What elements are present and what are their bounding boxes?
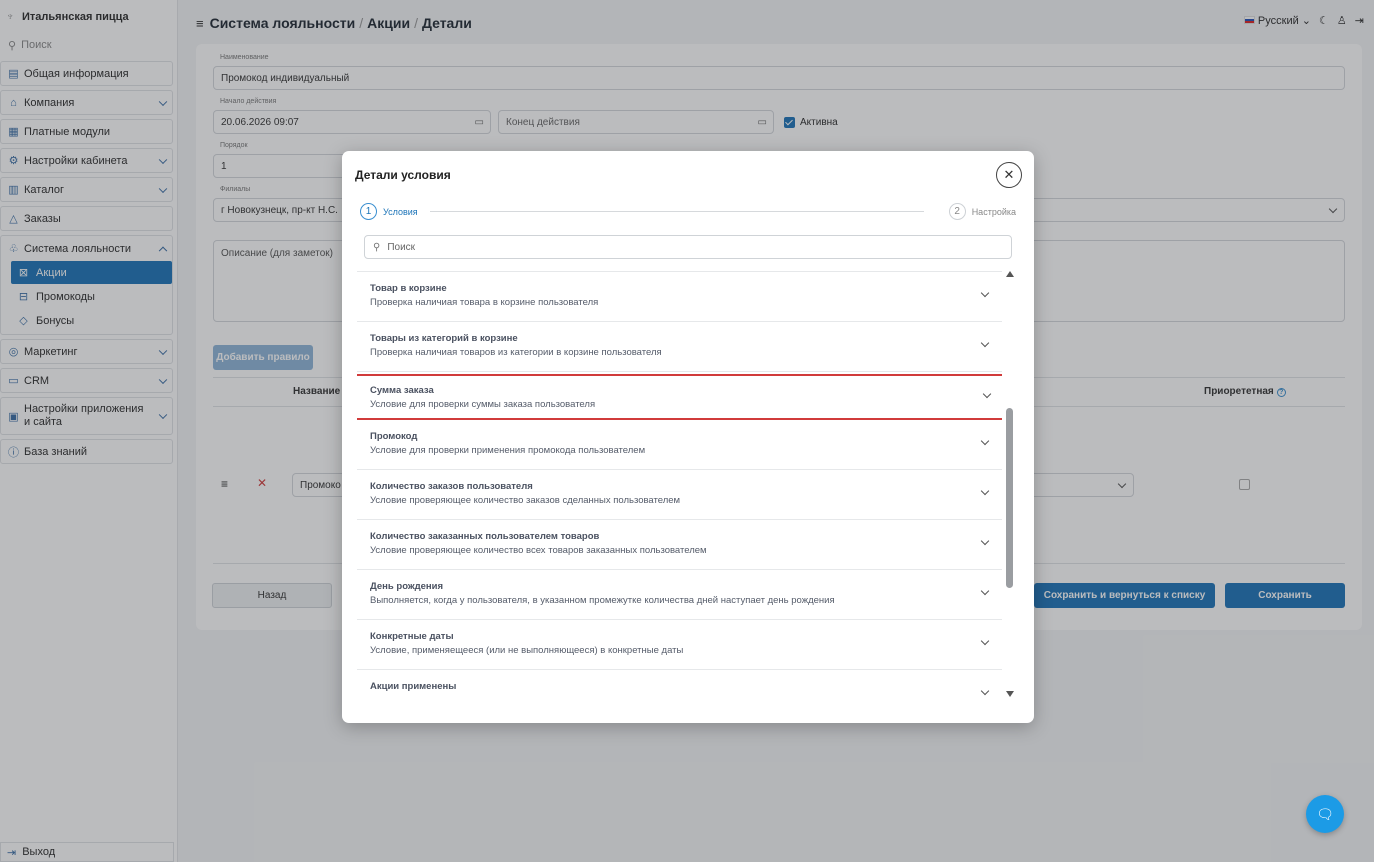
- condition-item-promocode[interactable]: Промокод Условие для проверки применения…: [357, 420, 1002, 470]
- condition-title: Конкретные даты: [370, 631, 454, 642]
- step-number: 1: [360, 203, 377, 220]
- condition-description: Условие проверяющее количество заказов с…: [370, 495, 681, 506]
- condition-item-ordered-products-count[interactable]: Количество заказанных пользователем това…: [357, 520, 1002, 570]
- step-number: 2: [948, 203, 966, 220]
- condition-description: Условие для проверки применения промокод…: [370, 445, 646, 456]
- condition-item-birthday[interactable]: День рождения Выполняется, когда у польз…: [357, 570, 1002, 620]
- condition-title: День рождения: [370, 581, 444, 592]
- condition-title: Количество заказанных пользователем това…: [370, 531, 600, 542]
- chat-bubble-icon: 🗨: [1316, 805, 1334, 822]
- close-button[interactable]: ✕: [996, 162, 1022, 188]
- condition-item-category-in-cart[interactable]: Товары из категорий в корзине Проверка н…: [357, 322, 1002, 372]
- step-conditions[interactable]: 1 Условия: [360, 203, 418, 220]
- condition-list: Товар в корзине Проверка наличиая товара…: [357, 271, 1002, 703]
- condition-item-specific-dates[interactable]: Конкретные даты Условие, применяещееся (…: [357, 620, 1002, 670]
- condition-title: Сумма заказа: [370, 385, 434, 396]
- condition-title: Количество заказов пользователя: [370, 481, 533, 492]
- condition-title: Промокод: [370, 431, 418, 442]
- condition-search-input[interactable]: ⚲ Поиск: [364, 235, 1012, 259]
- condition-description: Условие, применяещееся (или не выполняющ…: [370, 645, 684, 656]
- modal-title: Детали условия: [355, 168, 451, 182]
- condition-item-order-count[interactable]: Количество заказов пользователя Условие …: [357, 470, 1002, 520]
- chat-button[interactable]: 🗨: [1306, 795, 1344, 833]
- condition-description: Выполняется, когда у пользователя, в ука…: [370, 595, 835, 606]
- step-label: Условия: [383, 206, 418, 217]
- step-settings[interactable]: 2 Настройка: [948, 203, 1016, 220]
- condition-item-product-in-cart[interactable]: Товар в корзине Проверка наличиая товара…: [357, 272, 1002, 322]
- condition-item-promotions-applied[interactable]: Акции применены: [357, 670, 1002, 703]
- condition-item-order-sum[interactable]: Сумма заказа Условие для проверки суммы …: [357, 374, 1002, 420]
- condition-title: Акции применены: [370, 681, 457, 692]
- condition-details-modal: Детали условия ✕ 1 Условия 2 Настройка ⚲…: [342, 151, 1034, 723]
- step-label: Настройка: [971, 206, 1016, 217]
- close-icon: ✕: [1003, 167, 1015, 182]
- scrollbar-thumb[interactable]: [1006, 408, 1013, 588]
- scroll-up-arrow-icon[interactable]: [1006, 271, 1014, 277]
- condition-list-scrollbar[interactable]: [1005, 271, 1014, 701]
- condition-description: Проверка наличиая товаров из категории в…: [370, 347, 662, 358]
- condition-title: Товар в корзине: [370, 283, 447, 294]
- condition-title: Товары из категорий в корзине: [370, 333, 518, 344]
- condition-description: Условие для проверки суммы заказа пользо…: [370, 399, 596, 410]
- condition-description: Условие проверяющее количество всех това…: [370, 545, 707, 556]
- condition-description: Проверка наличиая товара в корзине польз…: [370, 297, 599, 308]
- search-icon: ⚲: [373, 241, 381, 253]
- scroll-down-arrow-icon[interactable]: [1006, 691, 1014, 697]
- condition-search-placeholder: Поиск: [387, 241, 416, 253]
- stepper-line: [430, 211, 924, 212]
- stepper: 1 Условия 2 Настройка: [360, 203, 1016, 221]
